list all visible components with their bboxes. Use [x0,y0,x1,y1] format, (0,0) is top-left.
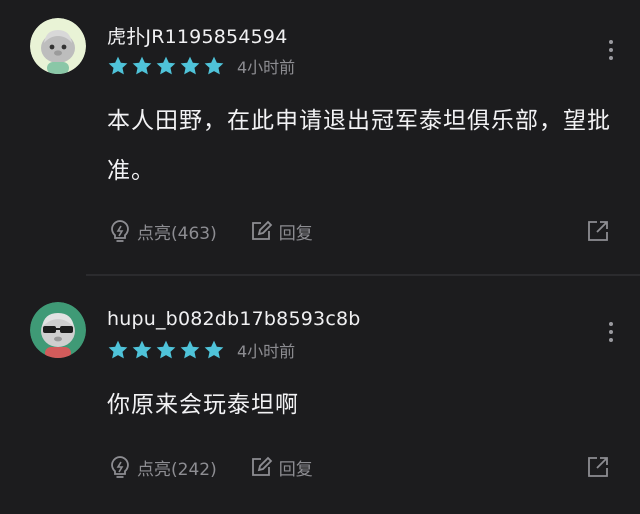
share-icon [588,457,608,477]
comment-text: 你原来会玩泰坦啊 [107,392,299,418]
username[interactable]: 虎扑JR1195854594 [107,22,288,49]
comment-item: 虎扑JR1195854594 4小时前 本人田野，在此申请退出冠军泰坦俱乐部，望… [0,0,640,274]
like-button[interactable]: 点亮(463) [107,218,217,244]
more-icon[interactable] [608,40,614,60]
star-icon [132,340,152,359]
meta-row: 4小时前 [107,338,295,362]
star-icon [108,56,128,75]
comment-actions: 点亮(242) 回复 [107,452,614,482]
light-bulb-icon [111,220,129,242]
reply-button[interactable]: 回复 [249,454,313,480]
rating-stars [107,339,225,361]
more-icon[interactable] [608,322,614,342]
reply-edit-icon [251,220,272,240]
reply-edit-icon [251,456,272,476]
rating-stars [107,55,225,77]
like-button[interactable]: 点亮(242) [107,454,217,480]
share-button[interactable] [586,219,614,243]
avatar[interactable] [30,302,86,358]
share-icon [588,221,608,241]
light-bulb-icon [111,456,129,478]
star-icon [180,340,200,359]
star-icon [180,56,200,75]
reply-label: 回复 [278,223,313,244]
share-button[interactable] [586,455,614,479]
like-label: 点亮(463) [137,223,217,244]
avatar[interactable] [30,18,86,74]
star-icon [204,340,224,359]
reply-label: 回复 [278,459,313,480]
reply-button[interactable]: 回复 [249,218,313,244]
comment-item: hupu_b082db17b8593c8b 4小时前 你原来会玩泰坦啊 点亮(2… [0,276,640,514]
star-icon [132,56,152,75]
comment-time: 4小时前 [237,58,296,77]
comment-time: 4小时前 [237,342,296,361]
star-icon [108,340,128,359]
star-icon [204,56,224,75]
star-icon [156,340,176,359]
comment-text: 本人田野，在此申请退出冠军泰坦俱乐部，望批准。 [107,108,611,184]
star-icon [156,56,176,75]
meta-row: 4小时前 [107,54,295,78]
comment-actions: 点亮(463) 回复 [107,216,614,246]
like-label: 点亮(242) [137,459,217,480]
username[interactable]: hupu_b082db17b8593c8b [107,308,361,330]
